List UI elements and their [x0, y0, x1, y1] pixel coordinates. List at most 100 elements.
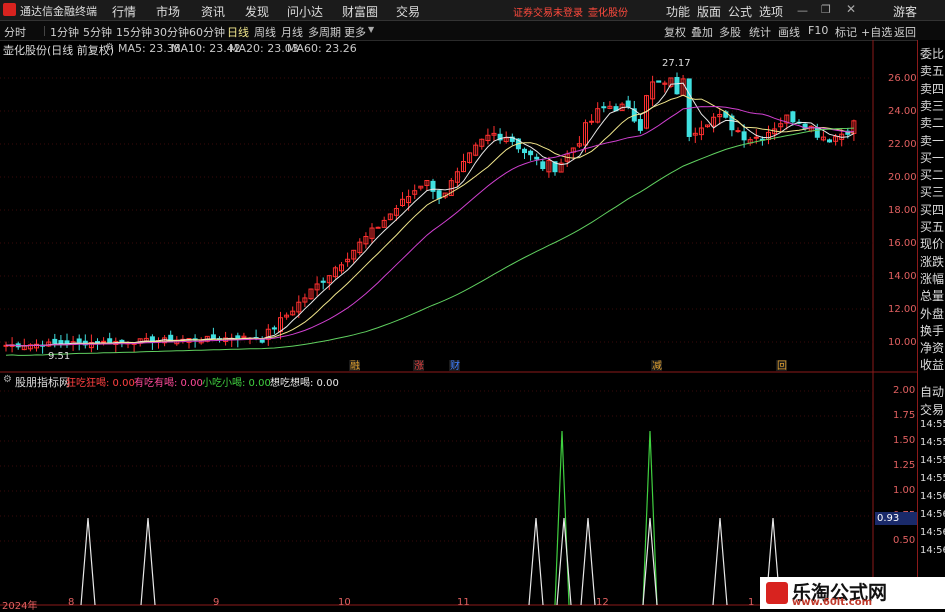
menu-formula[interactable]: 公式 [728, 3, 752, 20]
menu-layout[interactable]: 版面 [697, 3, 721, 20]
candle-body [375, 226, 381, 229]
candle-body [210, 334, 216, 340]
quote-field: 卖二 [920, 116, 945, 131]
chevron-down-icon[interactable]: ▼ [368, 25, 374, 34]
quote-field: 买四 [920, 202, 945, 217]
trade-time: 14:56 [920, 491, 945, 502]
app-title: 通达信金融终端 [20, 5, 97, 18]
login-warning[interactable]: 证券交易未登录 [513, 4, 583, 19]
watermark-url: www.60lt.com [792, 597, 873, 608]
close-icon[interactable]: ✕ [846, 2, 856, 16]
event-marker: 财 [450, 359, 460, 372]
tool-stats[interactable]: 统计 [749, 24, 771, 40]
tool-overlay[interactable]: 叠加 [691, 24, 713, 40]
ma-line-60 [5, 127, 854, 356]
period-monthly[interactable]: 月线 [281, 24, 303, 40]
period-15min[interactable]: 15分钟 [116, 24, 152, 40]
date-tick: 2024年 [2, 601, 38, 612]
period-5min[interactable]: 5分钟 [83, 24, 112, 40]
indicator-spike [580, 517, 596, 606]
event-marker: 涨 [414, 360, 424, 372]
quote-field: 买五 [920, 220, 945, 234]
ma-line-10 [5, 94, 854, 347]
date-tick: 12 [596, 597, 609, 608]
menu-quotes[interactable]: 行情 [112, 3, 136, 20]
quote-field: 涨跌 [920, 254, 945, 269]
tool-mark[interactable]: 标记 [835, 24, 857, 40]
quote-field: 卖一 [920, 133, 945, 148]
date-tick: 1 [748, 597, 755, 608]
price-tick: 18.00 [888, 205, 917, 216]
trade-time: 14:55 [920, 455, 945, 466]
ma-line-20 [5, 105, 854, 347]
indicator-name: 股朋指标网 [15, 376, 70, 389]
menu-wealth[interactable]: 财富圈 [342, 3, 378, 20]
current-value-tag: 0.93 [875, 512, 917, 525]
period-weekly[interactable]: 周线 [254, 24, 276, 40]
quote-field: 换手 [920, 323, 945, 338]
user-label[interactable]: 游客 [893, 3, 917, 20]
menu-news[interactable]: 资讯 [201, 3, 225, 20]
price-tick: 26.00 [888, 73, 917, 84]
candle-body [790, 111, 796, 123]
indicator-line-1: 狂吃狂喝: 0.00 [66, 378, 135, 389]
tool-f10[interactable]: F10 [808, 24, 828, 37]
indicator-tick: 1.50 [893, 435, 916, 446]
menu-function[interactable]: 功能 [666, 3, 690, 20]
menu-market[interactable]: 市场 [156, 3, 180, 20]
tool-add-favorite[interactable]: +自选 [861, 24, 892, 40]
tool-adjust[interactable]: 复权 [664, 24, 686, 40]
indicator-line-3: 小吃小喝: 0.00 [202, 378, 271, 389]
candle-body [522, 148, 527, 154]
candle-body [735, 130, 741, 133]
candle-body [637, 119, 643, 131]
tool-back[interactable]: 返回 [894, 24, 916, 40]
trade-time: 14:56 [920, 527, 945, 538]
period-1min[interactable]: 1分钟 [50, 24, 79, 40]
watermark: 乐淘公式网 www.60lt.com [760, 577, 945, 609]
period-more[interactable]: 更多 [344, 24, 366, 40]
period-60min[interactable]: 60分钟 [189, 24, 225, 40]
trade-time: 14:56 [920, 509, 945, 520]
tool-draw[interactable]: 画线 [778, 24, 800, 40]
date-tick: 9 [213, 597, 220, 608]
price-tick: 16.00 [888, 238, 917, 249]
indicator-settings-icon[interactable]: ⚙ [3, 374, 12, 385]
minimize-icon[interactable]: — [797, 4, 808, 17]
period-intraday[interactable]: 分时 [4, 24, 26, 40]
tool-multistock[interactable]: 多股 [719, 24, 741, 40]
period-30min[interactable]: 30分钟 [153, 24, 189, 40]
kline-chart[interactable]: 融涨财减回 [0, 40, 917, 609]
quote-field: 总量 [920, 289, 945, 304]
price-tick: 14.00 [888, 271, 917, 282]
quote-field: 卖四 [920, 81, 945, 96]
price-tick: 24.00 [888, 106, 917, 117]
indicator-line-4: 想吃想喝: 0.00 [270, 378, 339, 389]
menu-trade[interactable]: 交易 [396, 3, 420, 20]
app-logo-icon [3, 3, 16, 16]
candle-body [436, 190, 442, 199]
restore-icon[interactable]: ❐ [821, 3, 831, 16]
candle-body [814, 127, 820, 138]
candle-body [271, 327, 277, 330]
menu-ask[interactable]: 问小达 [287, 3, 323, 20]
price-tick: 10.00 [888, 337, 917, 348]
date-tick: 11 [457, 597, 470, 608]
quote-field: 买三 [920, 185, 945, 200]
menu-options[interactable]: 选项 [759, 3, 783, 20]
quote-field: 买二 [920, 168, 945, 183]
divider [44, 26, 45, 36]
quote-field: 收益 [920, 358, 945, 373]
candle-body [601, 106, 607, 109]
watermark-logo-icon [766, 582, 788, 604]
indicator-spike [80, 517, 96, 606]
menu-discover[interactable]: 发现 [245, 3, 269, 20]
trade-time: 14:55 [920, 473, 945, 484]
period-bar: 分时 1分钟 5分钟 15分钟 30分钟 60分钟 日线 周线 月线 多周期 更… [0, 21, 945, 41]
period-multi[interactable]: 多周期 [308, 24, 341, 40]
quote-field: 委比 [920, 47, 945, 61]
quote-field: 外盘 [920, 306, 945, 321]
indicator-line-2: 有吃有喝: 0.00 [134, 378, 203, 389]
period-daily[interactable]: 日线 [227, 24, 249, 40]
low-price-label: 9.51 [48, 351, 71, 362]
